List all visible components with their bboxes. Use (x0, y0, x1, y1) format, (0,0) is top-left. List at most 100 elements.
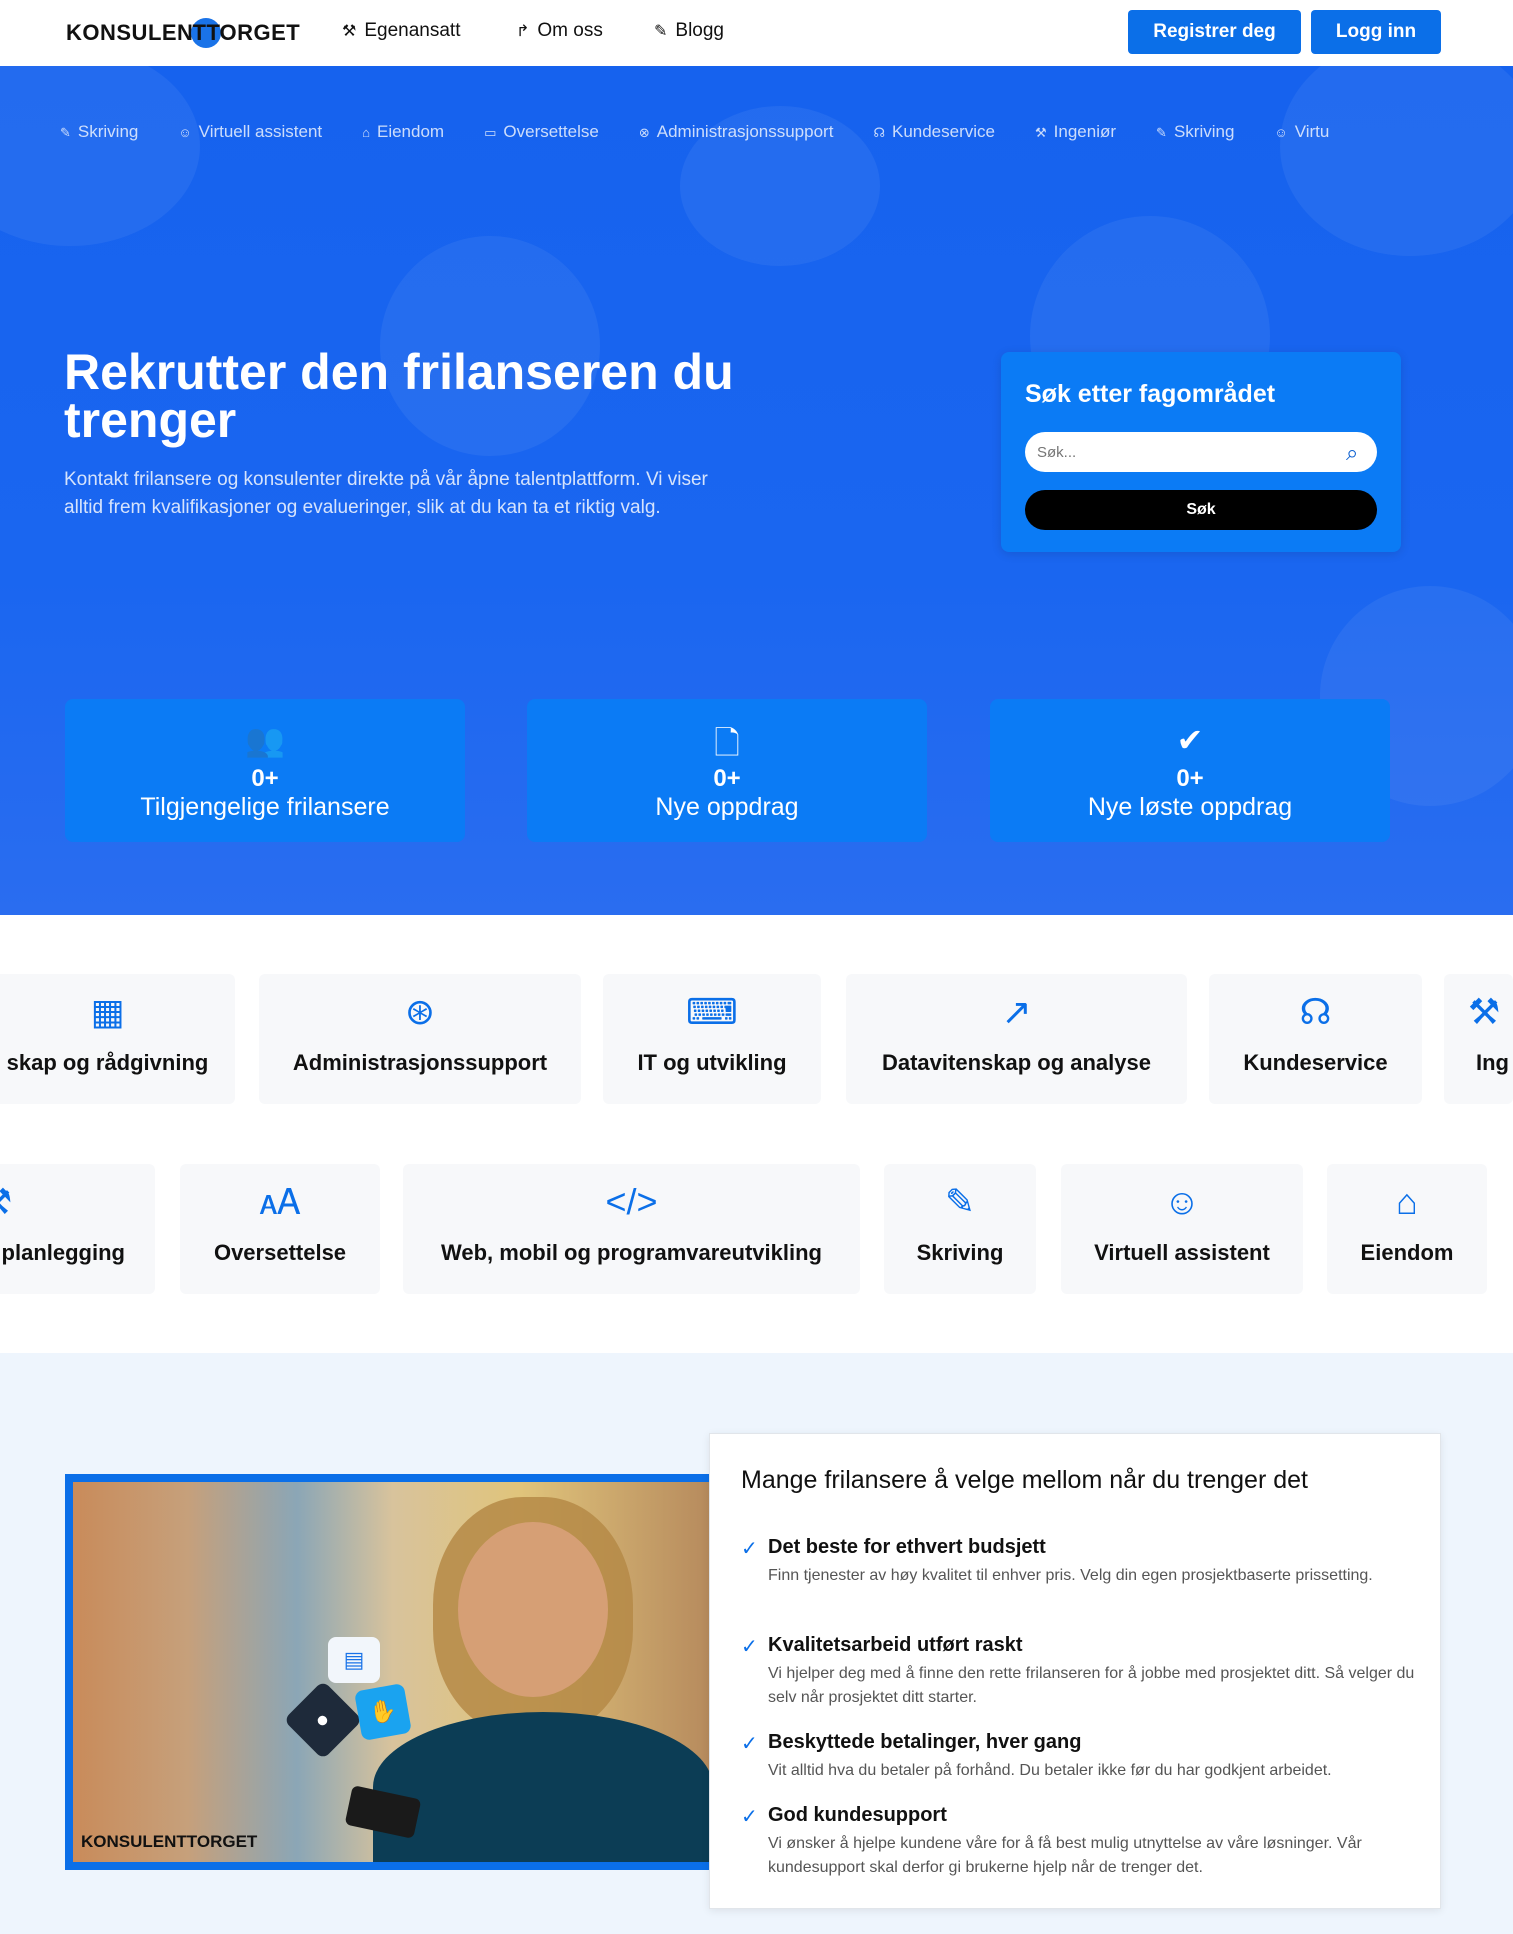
category-label: Administrasjonssupport (292, 1050, 548, 1075)
check-circle-icon: ✔ (1176, 722, 1204, 758)
login-button[interactable]: Logg inn (1311, 10, 1441, 54)
category-label: Web, mobil og programvareutvikling (441, 1240, 822, 1265)
feature-item-title: Beskyttede betalinger, hver gang (768, 1731, 1082, 1753)
site-logo[interactable]: KONSULEN TT ORGET (66, 18, 300, 48)
category-card[interactable]: ⊛ Administrasjonssupport (259, 974, 581, 1104)
ticker-label: Oversettelse (503, 122, 599, 141)
background-illustration (1280, 66, 1513, 256)
user-gear-icon: ☺ (1274, 125, 1288, 140)
category-card[interactable]: ⌨ IT og utvikling (603, 974, 821, 1104)
headset-icon: ☊ (1299, 991, 1332, 1032)
pencil-icon: ✎ (1156, 125, 1167, 140)
nav-om-oss[interactable]: ↱ Om oss (516, 20, 603, 42)
category-card[interactable]: ☺ Virtuell assistent (1061, 1164, 1303, 1294)
category-card[interactable]: ⚒ planlegging (0, 1164, 155, 1294)
ticker-item[interactable]: ✎ Skriving (60, 122, 138, 142)
search-button[interactable]: Søk (1025, 490, 1377, 530)
logo-text-left: KONSULEN (66, 20, 194, 45)
ticker-label: Ingeniør (1053, 122, 1117, 141)
lifebuoy-icon: ⊗ (638, 125, 650, 140)
image-logo: KONSULENTTORGET (81, 1832, 258, 1851)
ticker-label: Virtu (1294, 122, 1330, 141)
code-icon: </> (605, 1181, 658, 1222)
search-heading: Søk etter fagområdet (1025, 380, 1276, 408)
stat-card-new-jobs: 🗋 0+ Nye oppdrag (527, 699, 927, 842)
register-button[interactable]: Registrer deg (1128, 10, 1301, 54)
feature-photo: ▤ ● ✋ KONSULENTTORGET (73, 1482, 712, 1862)
feature-item-desc: Vi ønsker å hjelpe kundene våre for å få… (768, 1835, 1362, 1876)
category-card[interactable]: ↗ Datavitenskap og analyse (846, 974, 1187, 1104)
wrench-icon: ⚒ (1035, 125, 1047, 140)
nav-label: Egenansatt (364, 20, 461, 41)
users-icon: 👥 (245, 722, 285, 758)
category-card[interactable]: ☊ Kundeservice (1209, 974, 1422, 1104)
background-illustration (0, 66, 200, 246)
category-label: Virtuell assistent (1094, 1240, 1270, 1265)
category-ticker: ✎ Skriving ☺ Virtuell assistent ⌂ Eiendom ▭… (60, 122, 1329, 142)
category-label: Datavitenskap og analyse (881, 1050, 1151, 1075)
category-card[interactable]: ✎ Skriving (884, 1164, 1036, 1294)
person-icon: ⚒ (342, 23, 357, 40)
category-card[interactable]: ⌂ Eiendom (1327, 1164, 1487, 1294)
category-card[interactable]: ⚒ Ing (1444, 974, 1513, 1104)
ticker-item[interactable]: ☊ Kundeservice (873, 122, 995, 142)
redirect-icon: ↱ (516, 23, 530, 40)
feature-item-title: Det beste for ethvert budsjett (768, 1536, 1046, 1558)
nav-blogg[interactable]: ✎ Blogg (654, 20, 724, 42)
translate-icon: ▭ (484, 125, 497, 140)
ticker-item[interactable]: ☺ Virtuell assistent (178, 122, 322, 142)
user-icon: ● (283, 1680, 363, 1760)
feature-item-desc: Vit alltid hva du betaler på forhånd. Du… (768, 1762, 1332, 1779)
search-input[interactable] (1025, 432, 1377, 472)
check-icon: ✓ (741, 1733, 758, 1755)
pencil-icon: ✎ (944, 1181, 976, 1222)
category-label: planlegging (1, 1240, 125, 1265)
headset-icon: ☊ (873, 125, 885, 140)
nav-egenansatt[interactable]: ⚒ Egenansatt (342, 20, 460, 42)
ticker-item[interactable]: ⌂ Eiendom (362, 122, 444, 142)
ticker-label: Eiendom (376, 122, 445, 141)
category-label: Oversettelse (213, 1240, 347, 1265)
laptop-code-icon: ⌨ (686, 991, 738, 1032)
stat-label: Nye løste oppdrag (1087, 793, 1293, 821)
stat-value: 0+ (251, 765, 279, 792)
feature-item-desc: Finn tjenester av høy kvalitet til enhve… (768, 1567, 1373, 1584)
logo-mark: TT (191, 18, 222, 48)
tools-icon: ⚒ (0, 1182, 12, 1222)
blog-icon: ✎ (654, 23, 668, 40)
photo-face (458, 1522, 608, 1697)
ticker-item[interactable]: ▭ Oversettelse (484, 122, 599, 142)
ticker-label: Virtuell assistent (198, 122, 323, 141)
ticker-label: Skriving (1173, 122, 1235, 141)
stat-label: Tilgjengelige frilansere (140, 793, 390, 821)
ticker-item[interactable]: ⚒ Ingeniør (1035, 122, 1116, 142)
handshake-icon: ✋ (354, 1683, 412, 1741)
category-label: IT og utvikling (637, 1050, 787, 1075)
feature-item-title: God kundesupport (768, 1804, 947, 1826)
check-icon: ✓ (741, 1538, 758, 1560)
category-card[interactable]: 🗚 Oversettelse (180, 1164, 380, 1294)
hero-subtitle: Kontakt frilansere og konsulenter direkt… (64, 469, 708, 518)
top-navigation-bar: KONSULEN TT ORGET ⚒ Egenansatt ↱ Om oss ✎ … (0, 0, 1513, 66)
ticker-label: Kundeservice (891, 122, 995, 141)
category-label: skap og rådgivning (6, 1050, 209, 1075)
ticker-item[interactable]: ⊗ Administrasjonssupport (639, 122, 834, 142)
hero-title: Rekrutter den frilanseren du trenger (64, 344, 734, 448)
search-icon[interactable]: ⌕ (1346, 440, 1358, 466)
feature-card: Mange frilansere å velge mellom når du t… (709, 1433, 1441, 1909)
stat-value: 0+ (713, 765, 741, 792)
feature-item-title: Kvalitetsarbeid utført raskt (768, 1634, 1023, 1656)
ticker-label: Administrasjonssupport (656, 122, 834, 141)
hero-section: ✎ Skriving ☺ Virtuell assistent ⌂ Eiendom ▭… (0, 66, 1513, 915)
calculator-icon: ▦ (90, 991, 125, 1032)
photo-jacket (373, 1712, 712, 1862)
user-gear-icon: ☺ (1163, 1181, 1201, 1222)
translate-icon: 🗚 (259, 1181, 301, 1222)
category-card[interactable]: ▦ skap og rådgivning (0, 974, 235, 1104)
user-gear-icon: ☺ (178, 125, 192, 140)
chart-line-icon: ↗ (1001, 991, 1032, 1032)
category-card[interactable]: </> Web, mobil og programvareutvikling (403, 1164, 860, 1294)
ticker-item[interactable]: ☺ Virtu (1274, 122, 1329, 142)
nav-label: Blogg (675, 20, 725, 41)
ticker-item[interactable]: ✎ Skriving (1156, 122, 1234, 142)
